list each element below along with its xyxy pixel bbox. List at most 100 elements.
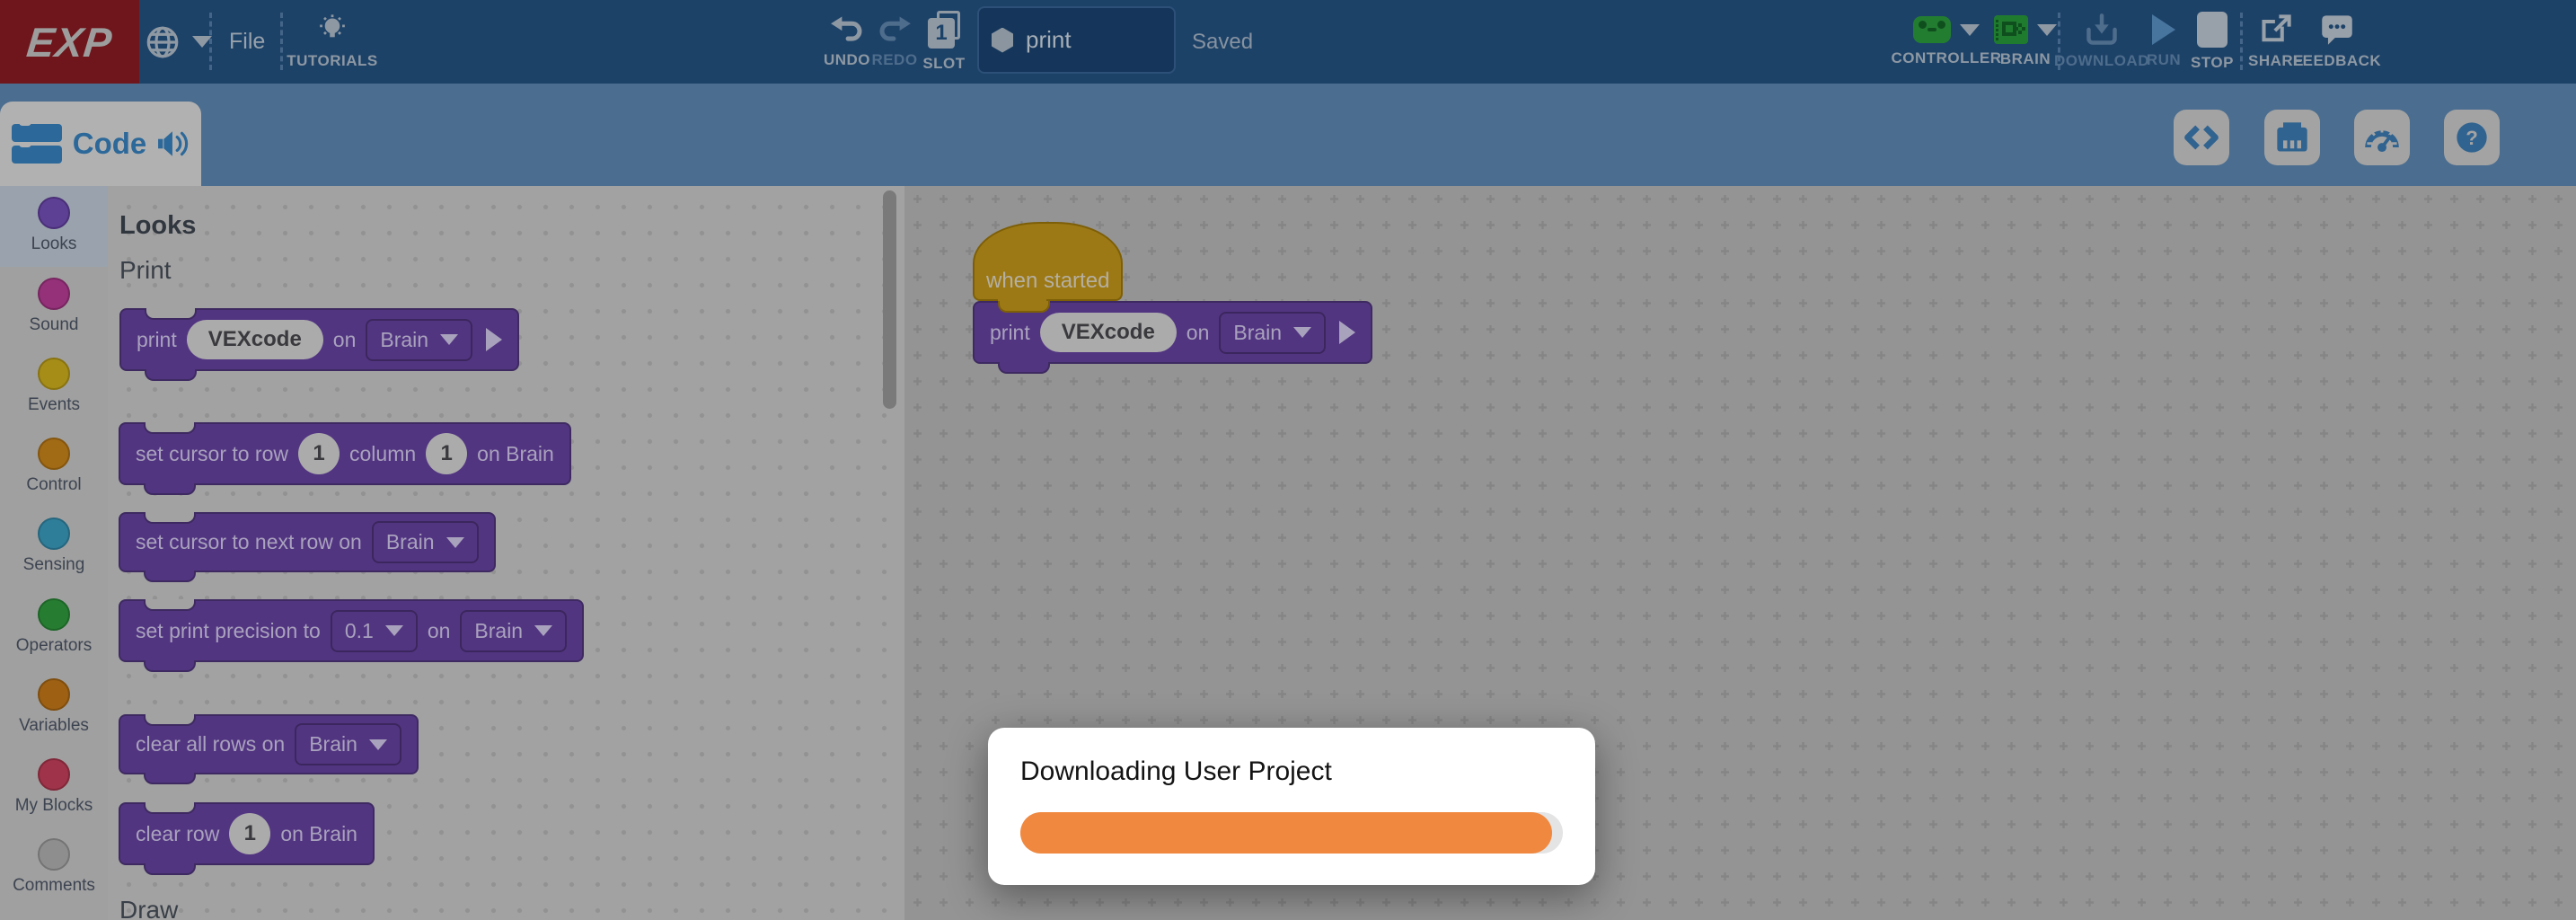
device-info-button[interactable]: [2264, 110, 2320, 165]
brain-device-icon: [2274, 120, 2310, 155]
brain-dropdown[interactable]: Brain: [366, 319, 472, 361]
chevron-down-icon: [1293, 327, 1311, 338]
operators-color-dot: [38, 598, 70, 631]
redo-label: REDO: [871, 51, 917, 69]
sidebar-item-comments[interactable]: Comments: [0, 831, 108, 910]
block-clear-row[interactable]: clear row 1 on Brain: [119, 802, 375, 865]
number-input[interactable]: 1: [298, 433, 340, 474]
sidebar-item-myblocks[interactable]: My Blocks: [0, 751, 108, 830]
tab-code-label: Code: [73, 127, 147, 161]
sidebar-item-sensing[interactable]: Sensing: [0, 510, 108, 589]
globe-icon: [144, 23, 181, 61]
brain-dropdown[interactable]: Brain: [1219, 312, 1326, 354]
expand-arrow-icon[interactable]: [1339, 321, 1355, 344]
block-palette: Looks Print print VEXcode on Brain set c…: [108, 186, 904, 920]
palette-group-draw: Draw: [119, 896, 178, 920]
expand-arrow-icon[interactable]: [486, 328, 502, 351]
stop-icon: [2197, 12, 2228, 48]
stop-button[interactable]: STOP: [2185, 0, 2239, 84]
hat-dome: [973, 222, 1123, 263]
number-input[interactable]: 1: [229, 813, 270, 854]
exp-logo-text: EXP: [24, 18, 115, 66]
palette-section-title: Looks: [119, 211, 196, 241]
progress-track: [1020, 812, 1563, 854]
tab-code[interactable]: Code: [0, 102, 201, 186]
help-button[interactable]: ?: [2444, 110, 2500, 165]
project-name-field[interactable]: print: [977, 6, 1176, 74]
tutorials-label: TUTORIALS: [287, 52, 377, 70]
feedback-icon: [2320, 13, 2354, 46]
save-status-text: Saved: [1192, 30, 1253, 55]
download-label: DOWNLOAD: [2054, 52, 2149, 70]
chevron-down-icon: [385, 625, 403, 636]
brain-dropdown[interactable]: Brain: [372, 521, 479, 563]
variables-color-dot: [38, 678, 70, 711]
code-viewer-button[interactable]: [2174, 110, 2229, 165]
slot-label: SLOT: [922, 55, 965, 73]
sidebar-item-operators[interactable]: Operators: [0, 591, 108, 670]
svg-text:?: ?: [2466, 127, 2478, 149]
chevron-down-icon: [446, 537, 464, 548]
slot-icon: 1: [928, 11, 960, 49]
brain-dropdown[interactable]: Brain: [295, 723, 401, 765]
feedback-label: FEEDBACK: [2293, 52, 2381, 70]
stop-label: STOP: [2191, 54, 2234, 72]
block-clear-all[interactable]: clear all rows on Brain: [119, 714, 419, 774]
download-progress-dialog: Downloading User Project: [988, 728, 1595, 885]
looks-color-dot: [38, 197, 70, 229]
file-menu[interactable]: File: [229, 0, 265, 84]
slot-button[interactable]: 1 SLOT: [914, 0, 974, 84]
brain-dropdown[interactable]: Brain: [460, 610, 567, 652]
brain-icon: [1994, 15, 2028, 44]
run-icon: [2152, 14, 2175, 45]
block-next-row[interactable]: set cursor to next row on Brain: [119, 512, 496, 572]
dialog-title: Downloading User Project: [1020, 756, 1332, 787]
exp-logo: EXP: [0, 0, 139, 84]
tutorials-button[interactable]: TUTORIALS: [289, 0, 375, 84]
sidebar-item-events[interactable]: Events: [0, 350, 108, 429]
gauge-icon: [2363, 121, 2401, 154]
chevron-down-icon: [1960, 24, 1980, 36]
chevron-down-icon: [369, 739, 387, 750]
progress-fill: [1020, 812, 1552, 854]
feedback-button[interactable]: FEEDBACK: [2292, 0, 2382, 84]
dashboard-button[interactable]: [2354, 110, 2410, 165]
top-toolbar: EXP File TUTORIALS UNDO: [0, 0, 2576, 84]
palette-group-print: Print: [119, 256, 172, 285]
brain-label: BRAIN: [2000, 50, 2051, 68]
undo-icon: [830, 14, 864, 45]
speaker-icon[interactable]: [157, 128, 190, 159]
chevron-down-icon: [534, 625, 552, 636]
code-brackets-icon: [2183, 124, 2219, 151]
sidebar-item-variables[interactable]: Variables: [0, 671, 108, 750]
palette-scrollbar[interactable]: [883, 190, 896, 409]
block-set-cursor[interactable]: set cursor to row 1 column 1 on Brain: [119, 422, 571, 485]
block-precision[interactable]: set print precision to 0.1 on Brain: [119, 599, 584, 662]
undo-label: UNDO: [824, 51, 870, 69]
separator: [2240, 13, 2243, 70]
language-menu[interactable]: [144, 0, 212, 84]
sidebar-item-sound[interactable]: Sound: [0, 270, 108, 349]
controller-icon: [1913, 16, 1951, 43]
text-input[interactable]: VEXcode: [187, 320, 323, 359]
vexcode-app: EXP File TUTORIALS UNDO: [0, 0, 2576, 920]
separator: [280, 13, 283, 70]
block-print[interactable]: print VEXcode on Brain: [119, 308, 519, 371]
precision-dropdown[interactable]: 0.1: [331, 610, 418, 652]
text-input[interactable]: VEXcode: [1040, 313, 1177, 352]
hexagon-icon: [992, 28, 1013, 53]
sensing-color-dot: [38, 518, 70, 550]
events-color-dot: [38, 358, 70, 390]
run-button[interactable]: RUN: [2137, 0, 2191, 84]
sidebar-item-control[interactable]: Control: [0, 430, 108, 509]
separator: [209, 13, 212, 70]
sidebar-item-looks[interactable]: Looks: [0, 190, 108, 269]
number-input[interactable]: 1: [426, 433, 467, 474]
download-icon: [2085, 13, 2119, 46]
canvas-block-print[interactable]: print VEXcode on Brain: [973, 301, 1372, 364]
question-icon: ?: [2454, 119, 2490, 155]
run-label: RUN: [2147, 51, 2181, 69]
when-started-block[interactable]: when started: [973, 222, 1123, 301]
redo-icon: [878, 14, 912, 45]
blocks-icon: [12, 124, 62, 164]
